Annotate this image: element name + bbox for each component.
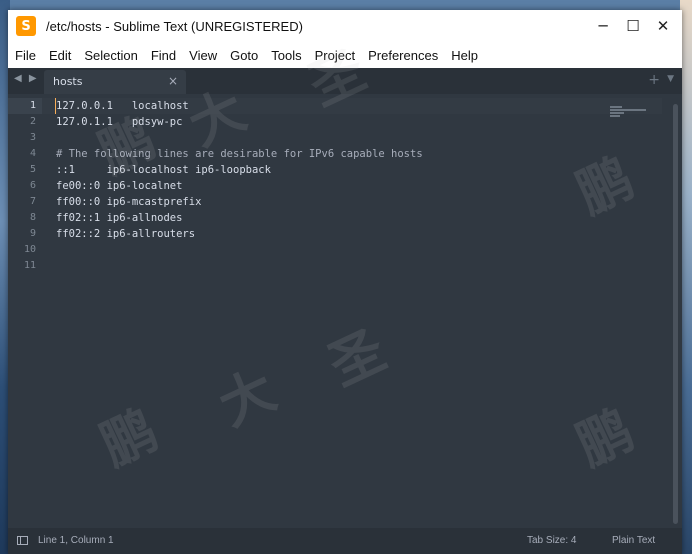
- menu-project[interactable]: Project: [308, 48, 361, 63]
- line-number: 9: [29, 228, 36, 239]
- line-number: 5: [29, 164, 36, 175]
- watermark-char: 大: [208, 357, 285, 438]
- syntax-selector[interactable]: Plain Text: [612, 535, 655, 546]
- line-number: 3: [29, 132, 36, 143]
- vertical-scrollbar[interactable]: [673, 104, 678, 524]
- tab-nav-arrows-icon[interactable]: ◀ ▶: [14, 73, 39, 84]
- line-number-gutter: 1 2 3 4 5 6 7 8 9 10 11: [8, 98, 42, 274]
- code-line: 127.0.0.1 localhost: [56, 100, 189, 112]
- menu-file[interactable]: File: [8, 48, 42, 63]
- code-line: 127.0.1.1 pdsyw-pc: [56, 116, 183, 128]
- tab-close-icon[interactable]: ×: [168, 74, 178, 88]
- line-number: 2: [29, 116, 36, 127]
- menu-bar: File Edit Selection Find View Goto Tools…: [8, 42, 682, 68]
- new-tab-icon[interactable]: +: [648, 72, 660, 88]
- menu-help[interactable]: Help: [444, 48, 484, 63]
- menu-selection[interactable]: Selection: [77, 48, 143, 63]
- watermark-char: 鹏: [566, 397, 643, 478]
- panel-toggle-icon[interactable]: [17, 536, 28, 545]
- line-number: 1: [8, 98, 42, 114]
- line-number: 7: [29, 196, 36, 207]
- app-icon-letter: S: [21, 18, 31, 34]
- sublime-app-icon: S: [16, 16, 36, 36]
- cursor-position: Line 1, Column 1: [38, 535, 114, 546]
- window-title: /etc/hosts - Sublime Text (UNREGISTERED): [46, 18, 303, 34]
- line-number: 8: [29, 212, 36, 223]
- watermark-char: 鹏: [566, 145, 643, 226]
- menu-edit[interactable]: Edit: [42, 48, 77, 63]
- close-icon: ✕: [656, 17, 670, 35]
- sublime-window: S /etc/hosts - Sublime Text (UNREGISTERE…: [8, 10, 682, 554]
- maximize-button[interactable]: ☐: [618, 10, 648, 42]
- title-bar: S /etc/hosts - Sublime Text (UNREGISTERE…: [8, 10, 682, 42]
- menu-preferences[interactable]: Preferences: [361, 48, 444, 63]
- code-text[interactable]: 127.0.0.1 localhost 127.0.1.1 pdsyw-pc #…: [56, 98, 423, 274]
- code-line: ::1 ip6-localhost ip6-loopback: [56, 164, 271, 176]
- minimize-button[interactable]: ─: [588, 10, 618, 42]
- code-line: ff00::0 ip6-mcastprefix: [56, 196, 202, 208]
- line-number: 6: [29, 180, 36, 191]
- code-line: ff02::2 ip6-allrouters: [56, 228, 196, 240]
- line-number: 11: [23, 260, 36, 271]
- menu-view[interactable]: View: [182, 48, 223, 63]
- minimize-icon: ─: [598, 17, 608, 35]
- line-number: 4: [29, 148, 36, 159]
- comment-line: # The following lines are desirable for …: [56, 148, 423, 160]
- close-button[interactable]: ✕: [648, 10, 678, 42]
- menu-goto[interactable]: Goto: [223, 48, 264, 63]
- menu-find[interactable]: Find: [144, 48, 182, 63]
- menu-tools[interactable]: Tools: [264, 48, 307, 63]
- tab-size-selector[interactable]: Tab Size: 4: [527, 535, 576, 546]
- watermark-char: 圣: [318, 317, 395, 398]
- status-bar: Line 1, Column 1 Tab Size: 4 Plain Text: [8, 528, 682, 554]
- tab-bar: ◀ ▶ hosts × + ▼: [8, 68, 682, 94]
- tab-label: hosts: [53, 75, 83, 88]
- editor-area[interactable]: 1 2 3 4 5 6 7 8 9 10 11 127.0.0.1 localh…: [8, 37, 682, 528]
- tab-hosts[interactable]: hosts ×: [44, 70, 186, 94]
- maximize-icon: ☐: [626, 17, 640, 35]
- code-line: fe00::0 ip6-localnet: [56, 180, 183, 192]
- line-number: 10: [23, 244, 36, 255]
- watermark-char: 鹏: [90, 397, 167, 478]
- tab-dropdown-icon[interactable]: ▼: [667, 74, 674, 84]
- code-line: ff02::1 ip6-allnodes: [56, 212, 183, 224]
- minimap[interactable]: [610, 106, 654, 120]
